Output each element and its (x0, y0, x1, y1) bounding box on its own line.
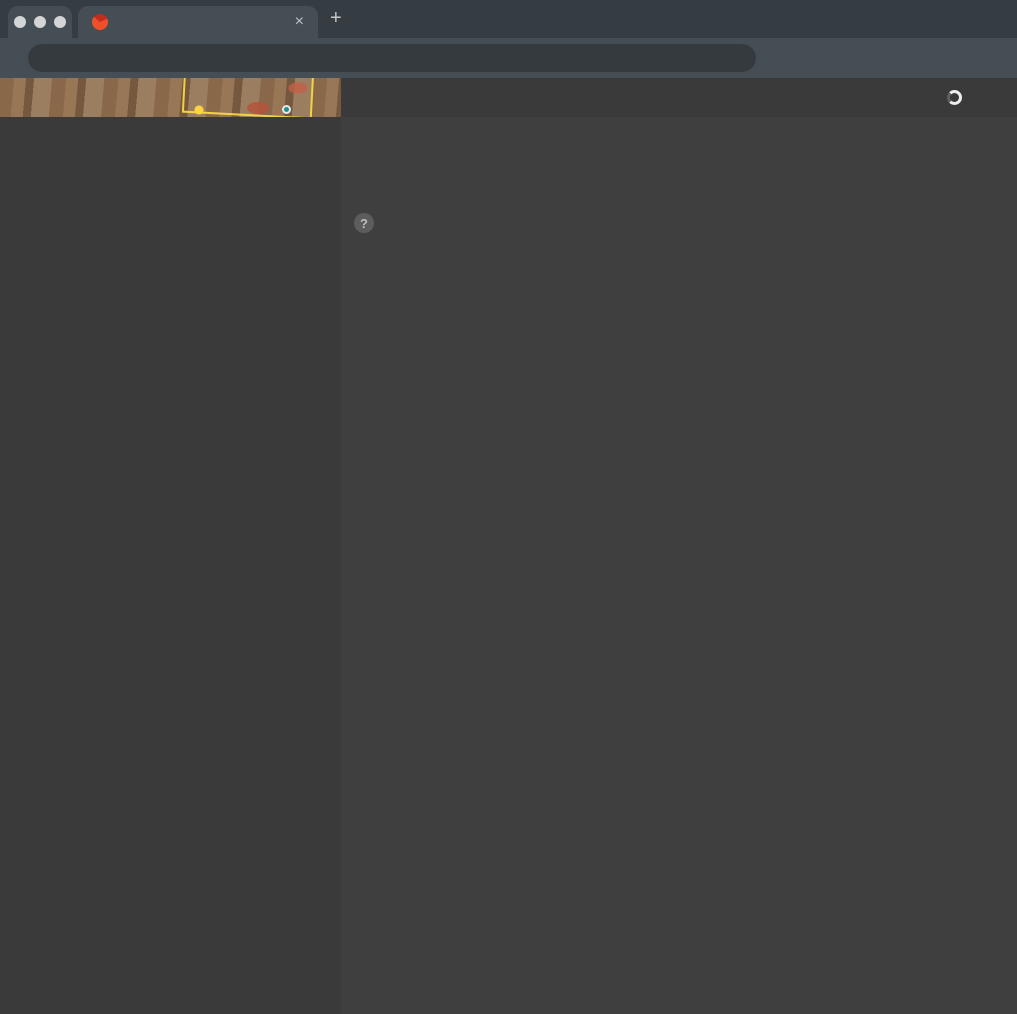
site-favicon-icon (92, 14, 108, 30)
app-header (0, 78, 1017, 117)
help-note: ? (341, 198, 1017, 241)
clips-sidebar (0, 117, 341, 1014)
breadcrumb-text (10, 78, 341, 117)
account-icon[interactable] (988, 88, 1007, 107)
browser-tab[interactable]: × (78, 6, 318, 38)
window-zoom-button[interactable] (54, 16, 66, 28)
question-icon: ? (354, 213, 374, 233)
tracks-panel: ? (341, 117, 1017, 1014)
tab-close-icon[interactable]: × (291, 14, 308, 30)
browser-window: × + (0, 0, 1017, 1014)
lock-icon[interactable] (40, 51, 55, 66)
tab-search-chevron-icon[interactable] (983, 11, 999, 27)
window-minimize-button[interactable] (34, 16, 46, 28)
new-tab-button[interactable]: + (330, 8, 342, 28)
url-bar[interactable] (28, 44, 756, 72)
header-right (934, 78, 1007, 117)
tab-strip: × + (0, 0, 1017, 38)
browser-toolbar (0, 38, 1017, 78)
track-list (341, 241, 1017, 248)
window-controls (8, 6, 72, 38)
window-close-button[interactable] (14, 16, 26, 28)
breadcrumb[interactable] (0, 78, 341, 117)
loading-spinner-icon (947, 90, 962, 105)
track-tiles-row (346, 119, 1012, 198)
